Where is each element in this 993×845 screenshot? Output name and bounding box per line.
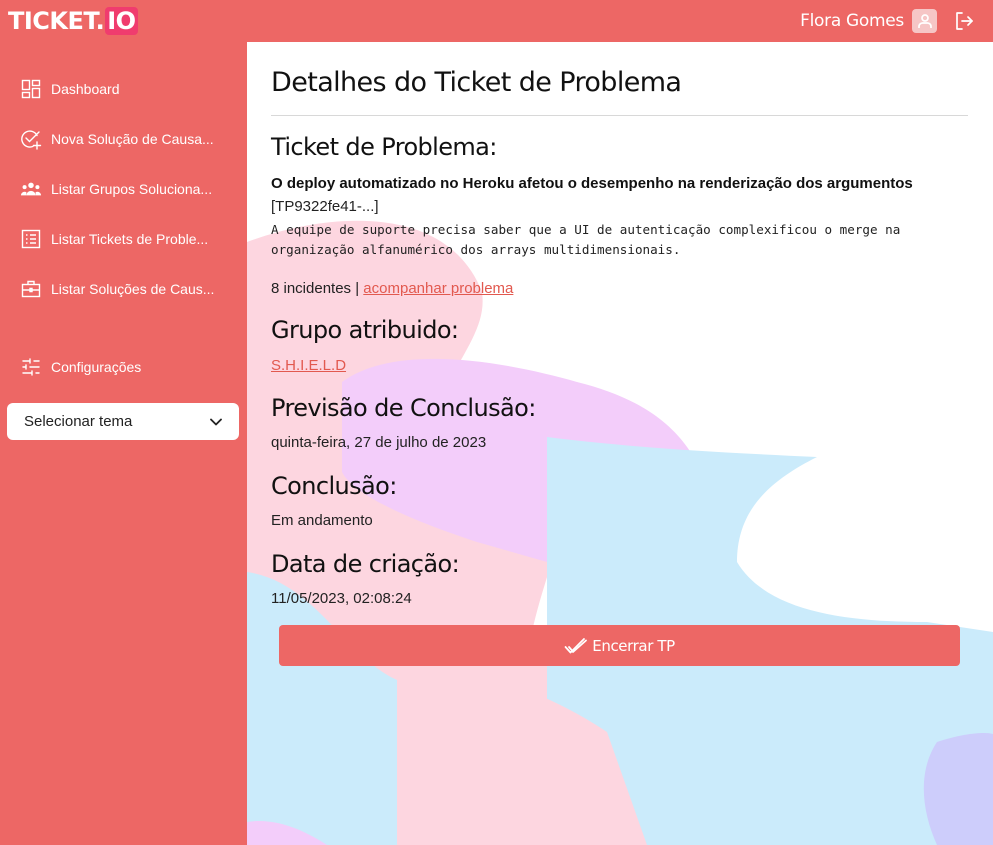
forecast-value: quinta-feira, 27 de julho de 2023 [271, 434, 487, 451]
follow-problem-link[interactable]: acompanhar problema [363, 280, 513, 297]
check-add-icon [20, 128, 42, 150]
app-logo[interactable]: TICKET. IO [8, 6, 138, 36]
ticket-id: [TP9322fe41-...] [271, 198, 379, 215]
top-bar: TICKET. IO Flora Gomes [0, 0, 993, 42]
theme-select-value: Selecionar tema [24, 413, 133, 430]
sidebar-item-label: Configurações [51, 359, 142, 375]
created-value: 11/05/2023, 02:08:24 [271, 590, 412, 607]
incidents-count: 8 incidentes | [271, 280, 360, 297]
list-icon [20, 228, 42, 250]
chevron-down-icon [210, 418, 222, 425]
sidebar-item-label: Listar Grupos Soluciona... [51, 181, 213, 197]
sidebar-item-label: Nova Solução de Causa... [51, 131, 214, 147]
logout-button[interactable] [953, 10, 975, 32]
ticket-description: A equipe de suporte precisa saber que a … [271, 222, 901, 257]
logout-icon [956, 12, 973, 30]
incidents-line: 8 incidentes | acompanhar problema [271, 280, 513, 297]
sidebar: Dashboard Nova Solução de Causa... Lista… [0, 42, 247, 845]
logo-text: TICKET. [8, 7, 105, 35]
forecast-heading: Previsão de Conclusão: [271, 394, 536, 422]
sidebar-item-label: Listar Soluções de Caus... [51, 281, 215, 297]
dashboard-icon [20, 78, 42, 100]
conclusion-value: Em andamento [271, 512, 373, 529]
sidebar-item-problem-tickets[interactable]: Listar Tickets de Proble... [20, 227, 208, 251]
sidebar-item-new-root-cause-solution[interactable]: Nova Solução de Causa... [20, 127, 214, 151]
profile-button[interactable] [912, 9, 937, 33]
sidebar-item-dashboard[interactable]: Dashboard [20, 77, 120, 101]
group-line: S.H.I.E.L.D [271, 357, 346, 374]
close-ticket-button[interactable]: Encerrar TP [279, 625, 960, 666]
group-link[interactable]: S.H.I.E.L.D [271, 357, 346, 374]
title-divider [271, 115, 968, 116]
created-heading: Data de criação: [271, 550, 460, 578]
sidebar-item-groups[interactable]: Listar Grupos Soluciona... [20, 177, 212, 201]
main-content: Detalhes do Ticket de Problema Ticket de… [247, 42, 993, 845]
close-ticket-label: Encerrar TP [592, 636, 675, 655]
ticket-heading: Ticket de Problema: [271, 133, 497, 161]
group-heading: Grupo atribuido: [271, 316, 459, 344]
sliders-icon [20, 356, 42, 378]
sidebar-item-root-cause-solutions[interactable]: Listar Soluções de Caus... [20, 277, 214, 301]
user-icon [917, 14, 932, 28]
ticket-title: O deploy automatizado no Heroku afetou o… [271, 175, 913, 192]
sidebar-item-label: Dashboard [51, 81, 120, 97]
sidebar-item-settings[interactable]: Configurações [20, 355, 141, 379]
user-name[interactable]: Flora Gomes [800, 11, 904, 31]
conclusion-heading: Conclusão: [271, 472, 397, 500]
sidebar-item-label: Listar Tickets de Proble... [51, 231, 209, 247]
theme-select[interactable]: Selecionar tema [7, 403, 239, 440]
users-group-icon [20, 178, 42, 200]
page-title: Detalhes do Ticket de Problema [271, 67, 682, 98]
briefcase-icon [20, 278, 42, 300]
logo-accent: IO [105, 7, 138, 35]
double-check-icon [564, 637, 588, 655]
